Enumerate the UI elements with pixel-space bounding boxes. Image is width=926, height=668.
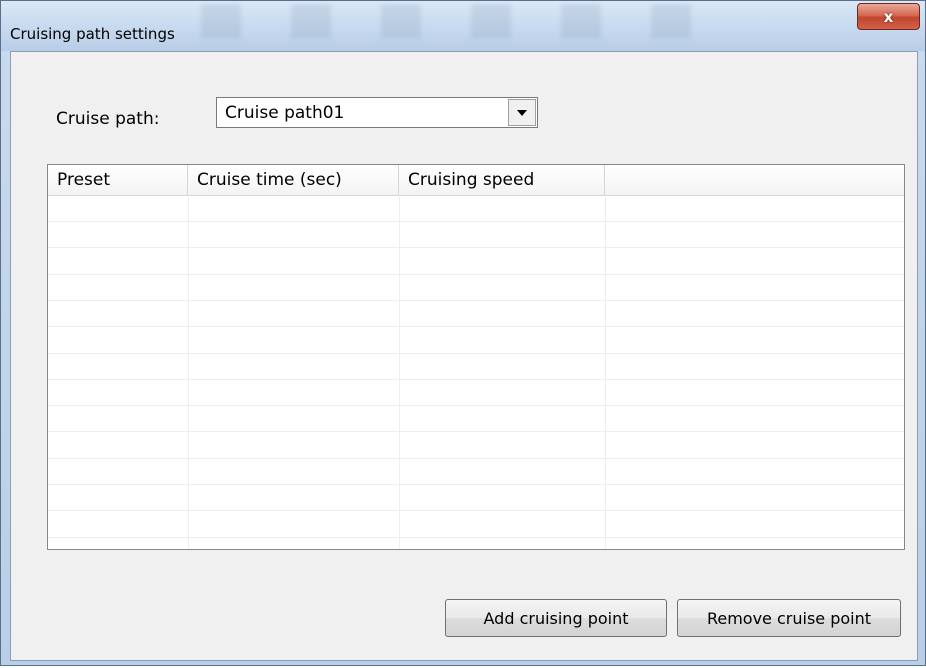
grid-row-line <box>48 484 904 485</box>
table-header: Preset Cruise time (sec) Cruising speed <box>48 165 904 196</box>
grid-column-line <box>188 195 189 549</box>
title-bar[interactable]: Cruising path settings x <box>1 1 925 51</box>
cruise-path-dropdown[interactable]: Cruise path01 <box>216 97 538 128</box>
grid-row-line <box>48 300 904 301</box>
chevron-down-icon <box>517 109 527 116</box>
dialog-window: Cruising path settings x Cruise path: Cr… <box>0 0 926 666</box>
grid-row-line <box>48 458 904 459</box>
close-button[interactable]: x <box>857 3 920 30</box>
close-icon: x <box>883 7 894 26</box>
column-header-empty[interactable] <box>605 165 904 195</box>
grid-row-line <box>48 326 904 327</box>
column-header-cruising-speed[interactable]: Cruising speed <box>399 165 605 195</box>
grid-row-line <box>48 221 904 222</box>
dropdown-button[interactable] <box>508 99 536 126</box>
add-cruising-point-button[interactable]: Add cruising point <box>445 599 667 637</box>
grid-row-line <box>48 431 904 432</box>
grid-row-line <box>48 379 904 380</box>
remove-cruise-point-button[interactable]: Remove cruise point <box>677 599 901 637</box>
cruise-points-table[interactable]: Preset Cruise time (sec) Cruising speed <box>47 164 905 550</box>
grid-row-line <box>48 405 904 406</box>
column-header-cruise-time[interactable]: Cruise time (sec) <box>188 165 399 195</box>
background-blur <box>201 4 701 38</box>
grid-column-line <box>605 195 606 549</box>
column-header-preset[interactable]: Preset <box>48 165 188 195</box>
cruise-path-label: Cruise path: <box>56 109 160 129</box>
window-title: Cruising path settings <box>10 25 175 43</box>
cruise-path-value: Cruise path01 <box>225 103 345 123</box>
grid-row-line <box>48 537 904 538</box>
grid-row-line <box>48 510 904 511</box>
dialog-client-area: Cruise path: Cruise path01 Preset Cruise… <box>10 51 918 661</box>
grid-row-line <box>48 274 904 275</box>
grid-column-line <box>399 195 400 549</box>
grid-row-line <box>48 247 904 248</box>
grid-row-line <box>48 353 904 354</box>
